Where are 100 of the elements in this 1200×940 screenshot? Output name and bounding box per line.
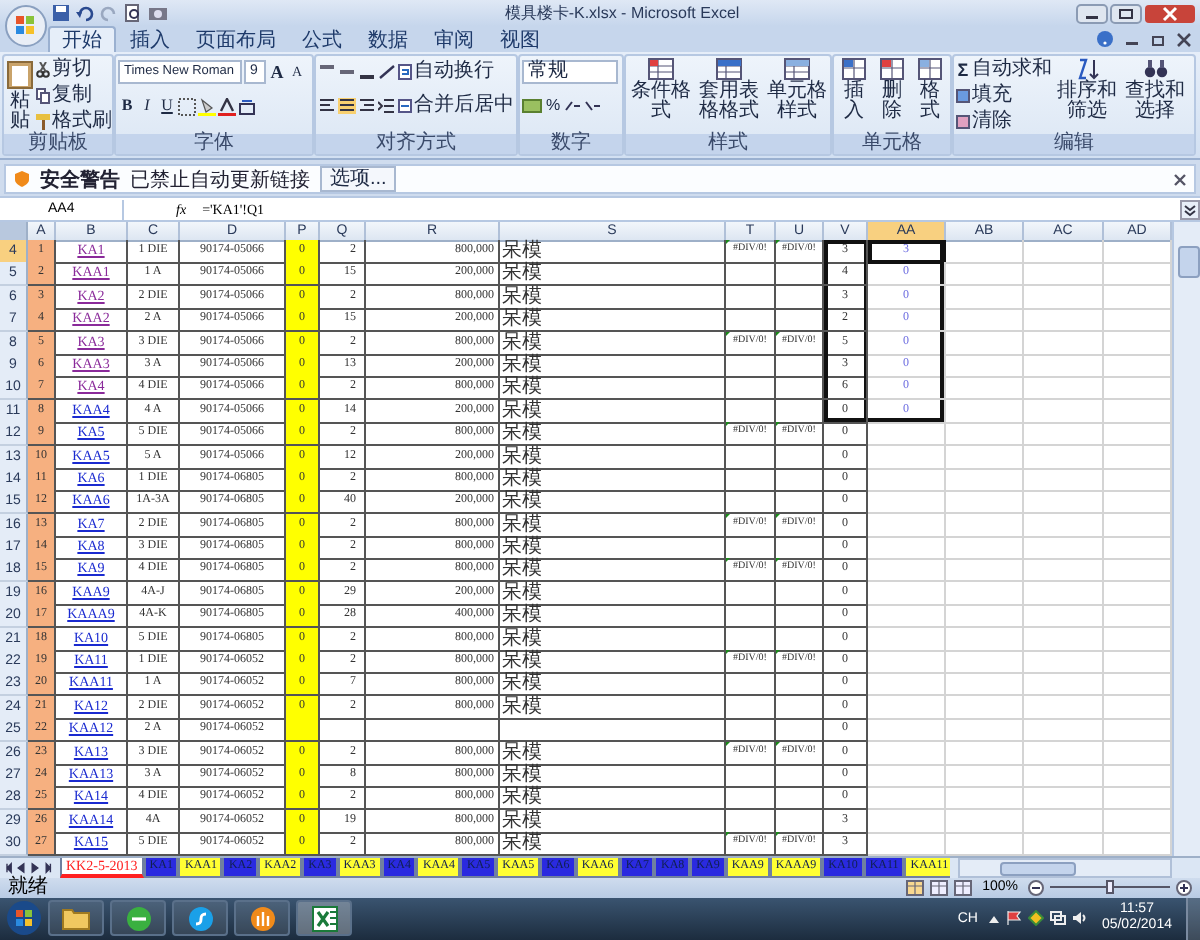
format-painter-button[interactable]: 格式刷	[36, 110, 112, 134]
scroll-thumb[interactable]	[1000, 861, 1076, 876]
table-cell	[868, 536, 946, 561]
taskbar-button[interactable]	[296, 900, 352, 937]
table-cell	[726, 627, 776, 652]
undo-icon[interactable]	[76, 4, 94, 22]
expand-icon[interactable]	[1180, 199, 1200, 219]
taskbar-button[interactable]	[234, 900, 290, 937]
table-cell	[1024, 262, 1104, 287]
table-cell	[946, 763, 1024, 788]
underline-button[interactable]: U	[158, 96, 176, 116]
table-cell	[286, 718, 320, 743]
sort-filter-button[interactable]: 排序和筛选	[1054, 58, 1120, 122]
number-format-field[interactable]: 常规	[522, 60, 618, 84]
restore-icon[interactable]	[1110, 3, 1142, 23]
page-layout-icon[interactable]	[930, 879, 949, 896]
normal-view-icon[interactable]	[906, 879, 925, 896]
decrease-decimal-icon[interactable]	[584, 98, 602, 114]
table-cell	[868, 581, 946, 606]
percent-button[interactable]: %	[544, 96, 562, 116]
delete-button[interactable]: 删除	[874, 58, 910, 122]
indent-icon[interactable]	[378, 98, 396, 114]
autosum-button[interactable]: Σ 自动求和	[956, 58, 1052, 82]
wrap-text-button[interactable]: 自动换行	[398, 60, 494, 84]
minimize-icon[interactable]	[1076, 3, 1108, 23]
group-label: 剪贴板	[4, 134, 112, 154]
table-cell	[868, 490, 946, 515]
zoom-out-icon[interactable]	[1028, 879, 1044, 896]
ribbon-tab[interactable]: 开始	[48, 26, 116, 52]
ribbon-tab[interactable]: 公式	[290, 28, 354, 52]
ribbon-tab[interactable]: 审阅	[422, 28, 486, 52]
table-cell	[776, 467, 824, 492]
ribbon-tab[interactable]: 视图	[488, 28, 552, 52]
options-button[interactable]: 选项...	[320, 166, 397, 192]
table-cell	[776, 536, 824, 561]
format-button[interactable]: 格式	[912, 58, 948, 122]
align-icon[interactable]	[358, 98, 376, 114]
restore-icon[interactable]	[1150, 31, 1166, 47]
start-orb-icon[interactable]	[6, 900, 42, 937]
table-cell	[868, 604, 946, 629]
page-break-icon[interactable]	[954, 879, 973, 896]
table-cell	[776, 262, 824, 287]
cell-style-button[interactable]: 单元格样式	[764, 58, 830, 122]
close-icon[interactable]	[1174, 173, 1186, 185]
brush-icon	[36, 114, 50, 130]
scroll-thumb[interactable]	[1178, 246, 1200, 278]
border-icon[interactable]	[178, 97, 196, 115]
cut-button[interactable]: 剪切	[36, 58, 112, 82]
paste-button[interactable]: 粘贴	[6, 58, 34, 132]
ribbon-tab[interactable]: 插入	[118, 28, 182, 52]
show-desktop-button[interactable]	[1186, 897, 1200, 940]
merge-center-button[interactable]: 合并后居中	[398, 94, 514, 118]
align-icon[interactable]	[338, 98, 356, 114]
increase-decimal-icon[interactable]	[564, 98, 582, 114]
zoom-in-icon[interactable]	[1176, 879, 1192, 896]
taskbar-button[interactable]	[172, 900, 228, 937]
horizontal-scrollbar[interactable]	[958, 857, 1172, 878]
find-select-button[interactable]: 查找和选择	[1122, 58, 1188, 122]
copy-button[interactable]: 复制	[36, 84, 112, 108]
fill-color-icon[interactable]	[198, 97, 216, 115]
warning-message: 已禁止自动更新链接	[130, 167, 310, 193]
copy-icon	[36, 88, 50, 104]
table-cell	[1024, 445, 1104, 470]
table-cell: 呆模	[500, 399, 726, 424]
taskbar-button[interactable]	[48, 900, 104, 937]
table-cell: 呆模	[500, 672, 726, 697]
grow-font-button[interactable]: A	[268, 62, 286, 82]
print-preview-icon[interactable]	[124, 4, 142, 22]
slider-thumb[interactable]	[1106, 880, 1114, 895]
text-orientation-icon[interactable]	[378, 64, 396, 80]
table-cell: 呆模	[500, 240, 726, 264]
caret-icon[interactable]	[987, 913, 1000, 924]
conditional-format-button[interactable]: 条件格式	[628, 58, 694, 122]
table-cell: 呆模	[500, 558, 726, 583]
italic-button[interactable]: I	[138, 96, 156, 116]
flag-icon[interactable]	[1005, 910, 1022, 927]
close-icon[interactable]	[1176, 31, 1192, 47]
taskbar-button[interactable]	[110, 900, 166, 937]
close-icon[interactable]	[1144, 3, 1196, 23]
currency-icon[interactable]	[522, 98, 542, 114]
table-grid-icon	[842, 58, 866, 80]
table-cell: 呆模	[500, 285, 726, 310]
speaker-icon[interactable]	[1071, 910, 1088, 927]
help-icon[interactable]	[1096, 30, 1114, 48]
align-icon[interactable]	[318, 98, 336, 114]
table-cell	[726, 308, 776, 333]
table-cell	[776, 445, 824, 470]
table-cell	[946, 558, 1024, 583]
table-format-button[interactable]: 套用表格格式	[696, 58, 762, 122]
ribbon-tab[interactable]: 页面布局	[184, 28, 288, 52]
vertical-scrollbar[interactable]	[1172, 222, 1200, 856]
save-icon[interactable]	[52, 4, 70, 22]
bold-button[interactable]: B	[118, 96, 136, 116]
ribbon-tab[interactable]: 数据	[356, 28, 420, 52]
insert-button[interactable]: 插入	[836, 58, 872, 122]
font-color-icon[interactable]	[218, 97, 236, 115]
network-icon[interactable]	[1049, 910, 1066, 927]
fill-button[interactable]: 填充	[956, 84, 1052, 108]
table-cell	[726, 809, 776, 834]
clear-button[interactable]: 清除	[956, 110, 1052, 134]
